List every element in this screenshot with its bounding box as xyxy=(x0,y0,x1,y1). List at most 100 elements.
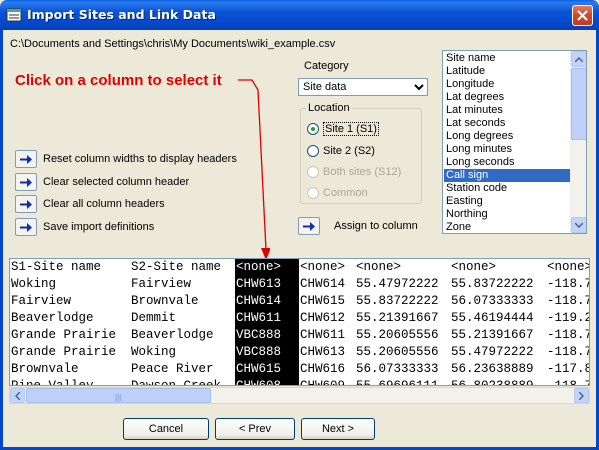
grid-column-1[interactable]: S2-Site name Fairview Brownvale Demmit Beave… xyxy=(130,259,235,386)
category-select[interactable]: Site data xyxy=(298,78,428,96)
field-list-item[interactable]: Station code xyxy=(444,182,570,195)
arrow-right-icon xyxy=(15,173,37,191)
grid-cell: CHW611 xyxy=(236,311,282,325)
grid-cell: CHW614 xyxy=(300,277,346,291)
grid-cell: Beaverlodge xyxy=(11,311,94,325)
field-list-item[interactable]: Lat minutes xyxy=(444,104,570,117)
field-list[interactable]: Site name Latitude Longitude Lat degrees Lat… xyxy=(442,50,587,234)
grid-cell: 55.20605556 xyxy=(356,345,439,359)
assign-label: Assign to column xyxy=(334,220,418,232)
field-list-item[interactable]: Call sign xyxy=(444,169,570,182)
grid-cell: -117.8 xyxy=(547,362,590,376)
field-list-item[interactable]: Northing xyxy=(444,208,570,221)
location-radio-1[interactable]: Site 2 (S2) xyxy=(307,144,375,158)
grid-cell: 55.21391667 xyxy=(356,311,439,325)
location-label: Location xyxy=(306,102,352,114)
grid-cell: VBC888 xyxy=(236,328,282,342)
field-list-item[interactable]: Long seconds xyxy=(444,156,570,169)
action-button-2[interactable]: Clear all column headers xyxy=(15,195,165,213)
cancel-button[interactable]: Cancel xyxy=(123,418,209,440)
chevron-right-icon xyxy=(579,391,584,400)
field-list-item[interactable]: Site name xyxy=(444,52,570,65)
grid-column-6[interactable]: <none> -118.7 -118.7 -119.2 -118.7 -118.7 -117… xyxy=(546,259,590,386)
grid-cell: 56.07333333 xyxy=(356,362,439,376)
field-list-item[interactable]: Long degrees xyxy=(444,130,570,143)
assign-to-column-button[interactable]: Assign to column xyxy=(298,217,418,235)
field-list-item[interactable]: Lat seconds xyxy=(444,117,570,130)
scroll-down-button[interactable] xyxy=(571,217,586,233)
radio-circle-icon xyxy=(307,123,319,135)
grip-icon: ||| xyxy=(115,393,122,402)
column-header: <none> xyxy=(451,260,497,274)
grid-cell: CHW615 xyxy=(236,362,282,376)
prev-button[interactable]: < Prev xyxy=(215,418,295,440)
category-label: Category xyxy=(304,60,349,72)
grid-cell: 55.46194444 xyxy=(451,311,534,325)
action-button-3[interactable]: Save import definitions xyxy=(15,218,154,236)
grid-cell: CHW613 xyxy=(300,345,346,359)
field-list-item[interactable]: Longitude xyxy=(444,78,570,91)
location-radio-0[interactable]: Site 1 (S1) xyxy=(307,122,379,136)
grid-cell: Peace River xyxy=(131,362,214,376)
grid-cell: 55.83722222 xyxy=(451,277,534,291)
grid-cell: Fairview xyxy=(11,294,72,308)
scroll-left-button[interactable] xyxy=(10,388,25,403)
next-button[interactable]: Next > xyxy=(301,418,375,440)
scroll-right-button[interactable] xyxy=(574,388,589,403)
action-button-0[interactable]: Reset column widths to display headers xyxy=(15,150,237,168)
grid-cell: 56.07333333 xyxy=(451,294,534,308)
action-button-1[interactable]: Clear selected column header xyxy=(15,173,189,191)
data-grid[interactable]: S1-Site name Woking Fairview Beaverlodge Gra… xyxy=(9,258,590,386)
grid-cell: -118.7 xyxy=(547,328,590,342)
grid-cell: 55.69696111 xyxy=(356,379,439,386)
grid-cell: 56.80238889 xyxy=(451,379,534,386)
grid-column-3[interactable]: <none> CHW614 CHW615 CHW612 CHW611 CHW613 CHW6… xyxy=(299,259,355,386)
grid-cell: Grande Prairie xyxy=(11,328,117,342)
arrow-right-icon xyxy=(15,150,37,168)
grid-cell: Pine Valley xyxy=(11,379,94,386)
radio-label: Site 2 (S2) xyxy=(323,145,375,157)
grid-column-4[interactable]: <none> 55.47972222 55.83722222 55.21391667 5… xyxy=(355,259,450,386)
radio-circle-icon xyxy=(307,187,319,199)
grid-cell: Demmit xyxy=(131,311,177,325)
column-header: S2-Site name xyxy=(131,260,222,274)
grid-cell: CHW609 xyxy=(300,379,346,386)
grid-column-2[interactable]: <none> CHW613 CHW614 CHW611 VBC888 VBC888 CHW6… xyxy=(235,259,299,386)
grid-cell: -118.7 xyxy=(547,345,590,359)
file-path: C:\Documents and Settings\chris\My Docum… xyxy=(10,38,336,50)
grid-cell: 55.20605556 xyxy=(356,328,439,342)
chevron-left-icon xyxy=(15,391,20,400)
grid-cell: CHW616 xyxy=(300,362,346,376)
grid-cell: VBC888 xyxy=(236,345,282,359)
hint-text: Click on a column to select it xyxy=(15,72,222,89)
grid-cell: 55.21391667 xyxy=(451,328,534,342)
list-scrollbar[interactable] xyxy=(570,51,586,233)
grid-cell: -118.7 xyxy=(547,277,590,291)
grid-cell: Brownvale xyxy=(11,362,79,376)
grid-cell: CHW614 xyxy=(236,294,282,308)
grid-horizontal-scrollbar[interactable]: ||| xyxy=(9,387,590,404)
grid-cell: 55.47972222 xyxy=(451,345,534,359)
scroll-up-button[interactable] xyxy=(571,51,586,67)
field-list-item[interactable]: Lat degrees xyxy=(444,91,570,104)
field-list-item[interactable]: Latitude xyxy=(444,65,570,78)
field-list-item[interactable]: Zone xyxy=(444,221,570,233)
arrow-right-icon xyxy=(298,217,320,235)
grid-column-0[interactable]: S1-Site name Woking Fairview Beaverlodge Gra… xyxy=(10,259,130,386)
grid-scroll-thumb[interactable]: ||| xyxy=(26,388,211,403)
title-bar: Import Sites and Link Data xyxy=(0,0,599,30)
grid-cell: Dawson Creek xyxy=(131,379,222,386)
field-list-item[interactable]: Easting xyxy=(444,195,570,208)
grid-cell: Brownvale xyxy=(131,294,199,308)
list-scroll-thumb[interactable] xyxy=(571,68,586,140)
grid-cell: -118.7 xyxy=(547,379,590,386)
grid-column-5[interactable]: <none> 55.83722222 56.07333333 55.46194444 5… xyxy=(450,259,546,386)
close-button[interactable] xyxy=(572,5,593,26)
column-header: <none> xyxy=(547,260,590,274)
grid-cell: CHW615 xyxy=(300,294,346,308)
grid-cell: CHW612 xyxy=(300,311,346,325)
grid-cell: CHW608 xyxy=(236,379,282,386)
field-list-item[interactable]: Long minutes xyxy=(444,143,570,156)
grid-cell: Fairview xyxy=(131,277,192,291)
chevron-up-icon xyxy=(575,56,583,62)
